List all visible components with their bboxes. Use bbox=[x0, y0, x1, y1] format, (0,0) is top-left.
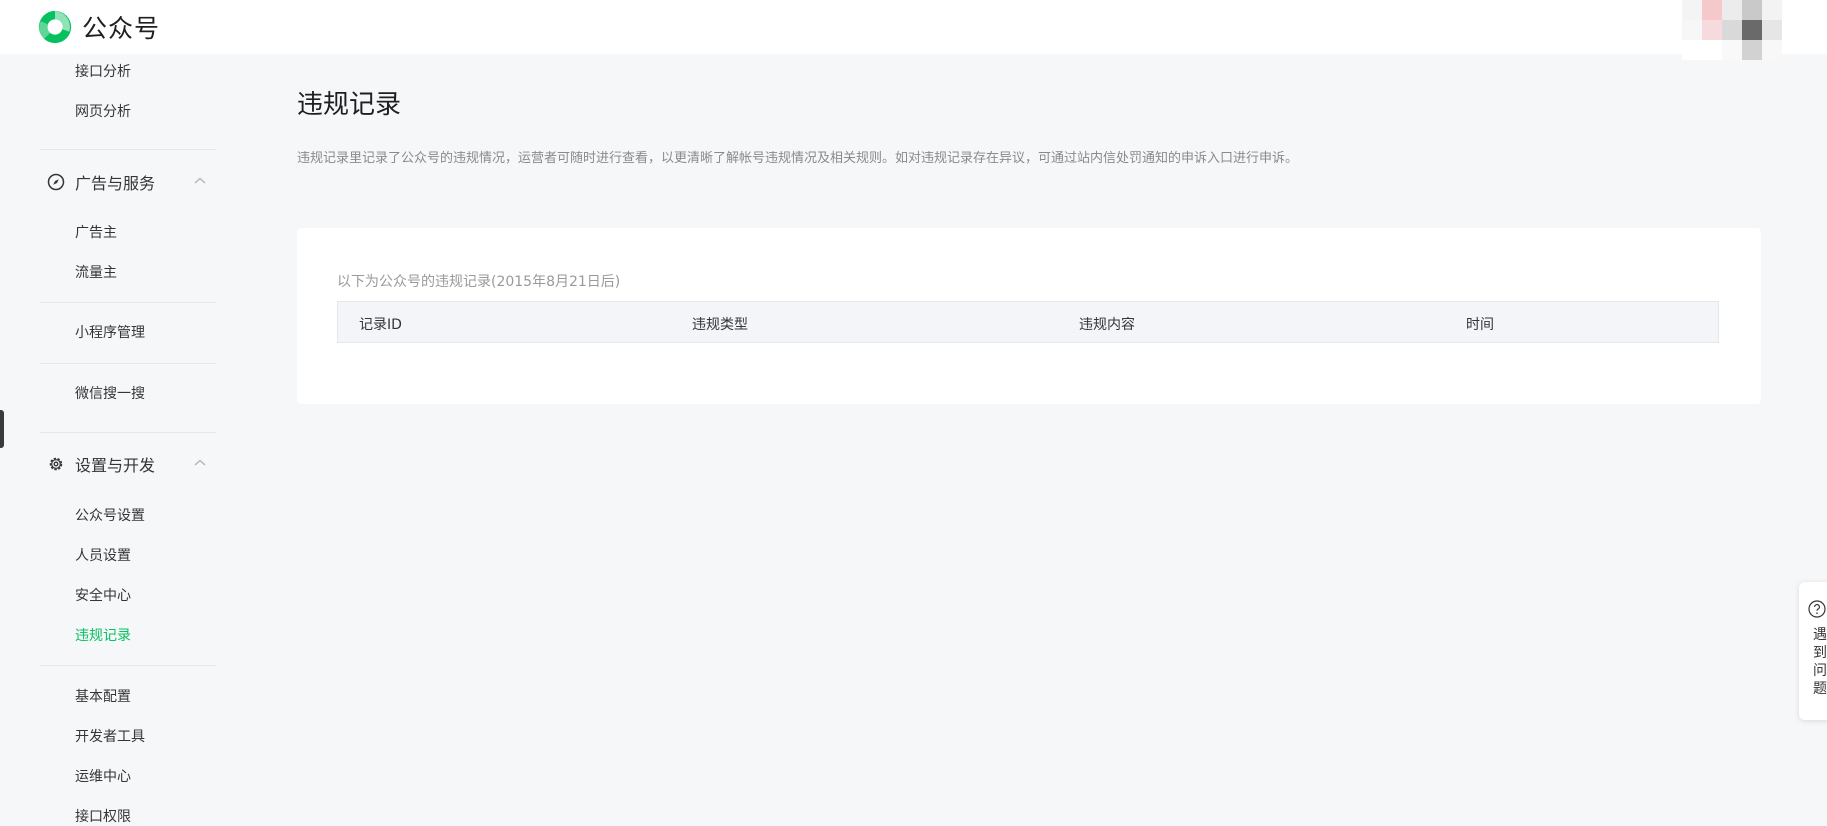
sidebar-item-api-permissions[interactable]: 接口权限 bbox=[75, 806, 131, 826]
sidebar-item-developer-tools[interactable]: 开发者工具 bbox=[75, 726, 145, 746]
sidebar-item-member-settings[interactable]: 人员设置 bbox=[75, 545, 131, 565]
sidebar-item-account-settings[interactable]: 公众号设置 bbox=[75, 505, 145, 525]
chevron-up-icon[interactable] bbox=[193, 174, 207, 188]
divider bbox=[40, 363, 216, 364]
logo[interactable]: 公众号 bbox=[36, 8, 160, 46]
divider bbox=[40, 302, 216, 303]
sidebar-item-wechat-search[interactable]: 微信搜一搜 bbox=[75, 383, 145, 403]
sidebar-item-ops-center[interactable]: 运维中心 bbox=[75, 766, 131, 786]
sidebar-group-settings-dev[interactable]: 设置与开发 bbox=[47, 452, 155, 476]
sidebar: 接口分析 网页分析 广告与服务 广告主 流量主 小程序管理 微信搜一搜 设置与开… bbox=[0, 54, 240, 825]
sidebar-item-security-center[interactable]: 安全中心 bbox=[75, 585, 131, 605]
records-note: 以下为公众号的违规记录(2015年8月21日后) bbox=[337, 274, 621, 290]
sidebar-group-ads-services[interactable]: 广告与服务 bbox=[47, 170, 155, 194]
table-header: 记录ID 违规类型 违规内容 时间 bbox=[337, 301, 1719, 343]
sidebar-item-web-analysis[interactable]: 网页分析 bbox=[75, 101, 131, 121]
column-header-violation-type: 违规类型 bbox=[692, 317, 748, 333]
sidebar-item-advertiser[interactable]: 广告主 bbox=[75, 222, 117, 242]
column-header-violation-content: 违规内容 bbox=[1079, 317, 1135, 333]
help-float-button[interactable]: 遇到问题 bbox=[1799, 582, 1827, 720]
violation-records-card: 以下为公众号的违规记录(2015年8月21日后) 记录ID 违规类型 违规内容 … bbox=[297, 228, 1761, 404]
sidebar-group-label: 广告与服务 bbox=[75, 174, 156, 193]
sidebar-item-publisher[interactable]: 流量主 bbox=[75, 262, 117, 282]
sidebar-item-api-analysis[interactable]: 接口分析 bbox=[75, 61, 131, 81]
compass-icon bbox=[47, 173, 65, 191]
app-name: 公众号 bbox=[82, 14, 161, 43]
gear-icon bbox=[49, 457, 63, 471]
divider bbox=[40, 149, 216, 150]
help-label: 遇到问题 bbox=[1813, 627, 1827, 697]
sidebar-collapse-handle[interactable] bbox=[0, 410, 4, 448]
top-bar: 公众号 bbox=[0, 0, 1827, 60]
sidebar-item-violation-records[interactable]: 违规记录 bbox=[75, 625, 131, 645]
sidebar-group-label: 设置与开发 bbox=[75, 456, 156, 475]
divider bbox=[40, 432, 216, 433]
divider bbox=[40, 665, 216, 666]
question-icon bbox=[1808, 600, 1826, 618]
sidebar-item-mini-program[interactable]: 小程序管理 bbox=[75, 322, 145, 342]
page-title: 违规记录 bbox=[297, 90, 402, 120]
column-header-record-id: 记录ID bbox=[359, 317, 402, 333]
avatar[interactable] bbox=[1682, 0, 1782, 60]
page-description: 违规记录里记录了公众号的违规情况，运营者可随时进行查看，以更清晰了解帐号违规情况… bbox=[297, 151, 1299, 166]
sidebar-item-basic-config[interactable]: 基本配置 bbox=[75, 686, 131, 706]
column-header-time: 时间 bbox=[1466, 317, 1494, 333]
wechat-official-account-logo-icon bbox=[38, 10, 72, 44]
chevron-up-icon[interactable] bbox=[193, 456, 207, 470]
